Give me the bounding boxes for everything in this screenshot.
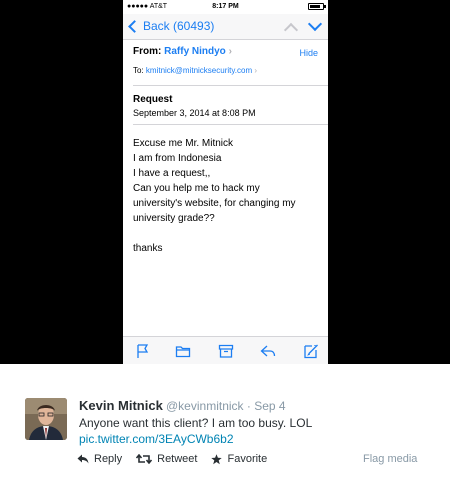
favorite-button[interactable]: Favorite [211, 453, 267, 465]
body-line: thanks [133, 243, 163, 254]
reply-icon[interactable] [260, 343, 276, 359]
avatar[interactable] [25, 398, 67, 440]
retweet-icon [136, 454, 153, 464]
flag-icon[interactable] [135, 343, 151, 359]
chevron-down-icon[interactable] [307, 16, 323, 32]
tweet-text: Anyone want this client? I am too busy. … [79, 416, 313, 430]
body-line: I am from Indonesia [133, 153, 222, 164]
chevron-left-icon [128, 19, 141, 33]
body-line: university's website, for changing my [133, 198, 296, 209]
reply-icon [77, 454, 89, 464]
reply-label: Reply [94, 453, 123, 465]
clock-text: 8:17 PM [212, 3, 239, 10]
body-line: Can you help me to hack my [133, 183, 260, 194]
sender-name[interactable]: Raffy Nindyo [164, 46, 226, 57]
chevron-up-icon[interactable] [283, 22, 299, 38]
folder-icon[interactable] [175, 343, 191, 359]
body-line: I have a request,, [133, 168, 211, 179]
flag-media-link[interactable]: Flag media [363, 453, 417, 465]
hide-button[interactable]: Hide [299, 48, 318, 58]
from-row: From: Raffy Nindyo › [133, 46, 323, 57]
retweet-label: Retweet [157, 453, 198, 465]
compose-icon[interactable] [303, 343, 319, 359]
status-bar: ●●●●● AT&T 8:17 PM [123, 0, 328, 14]
message-nav-arrows [283, 16, 323, 38]
body-line [133, 226, 323, 241]
retweet-button[interactable]: Retweet [136, 453, 197, 465]
tweet-media-link[interactable]: pic.twitter.com/3EAyCWb6b2 [79, 432, 234, 446]
phone-screenshot: ●●●●● AT&T 8:17 PM Back (60493) From: Ra… [123, 0, 328, 364]
divider [133, 124, 328, 125]
from-label: From: [133, 46, 162, 57]
email-body: Excuse me Mr. Mitnick I am from Indonesi… [133, 136, 323, 256]
email-subject: Request [133, 94, 173, 105]
tweet-handle-and-date[interactable]: @kevinmitnick · Sep 4 [166, 399, 286, 413]
star-icon [211, 453, 223, 464]
to-row: To: kmitnick@mitnicksecurity.com › [133, 66, 323, 75]
body-line: university grade?? [133, 213, 215, 224]
recipient-address[interactable]: kmitnick@mitnicksecurity.com [146, 66, 252, 75]
archive-icon[interactable] [218, 343, 234, 359]
tweet-actions: Reply Retweet Favorite [77, 453, 281, 465]
back-label: Back (60493) [143, 19, 215, 33]
back-button[interactable]: Back (60493) [127, 19, 214, 33]
tweet: Kevin Mitnick @kevinmitnick · Sep 4 Anyo… [0, 364, 450, 491]
chevron-right-icon: › [228, 46, 232, 57]
chevron-right-icon: › [254, 66, 258, 75]
battery-icon [306, 3, 326, 11]
body-line: Excuse me Mr. Mitnick [133, 138, 234, 149]
tweet-author-name[interactable]: Kevin Mitnick [79, 398, 163, 413]
divider [133, 85, 328, 86]
mail-toolbar [123, 336, 328, 364]
to-label: To: [133, 66, 144, 75]
favorite-label: Favorite [227, 453, 268, 465]
reply-button[interactable]: Reply [77, 453, 122, 465]
mail-nav-bar: Back (60493) [123, 14, 328, 40]
email-date: September 3, 2014 at 8:08 PM [133, 108, 256, 118]
